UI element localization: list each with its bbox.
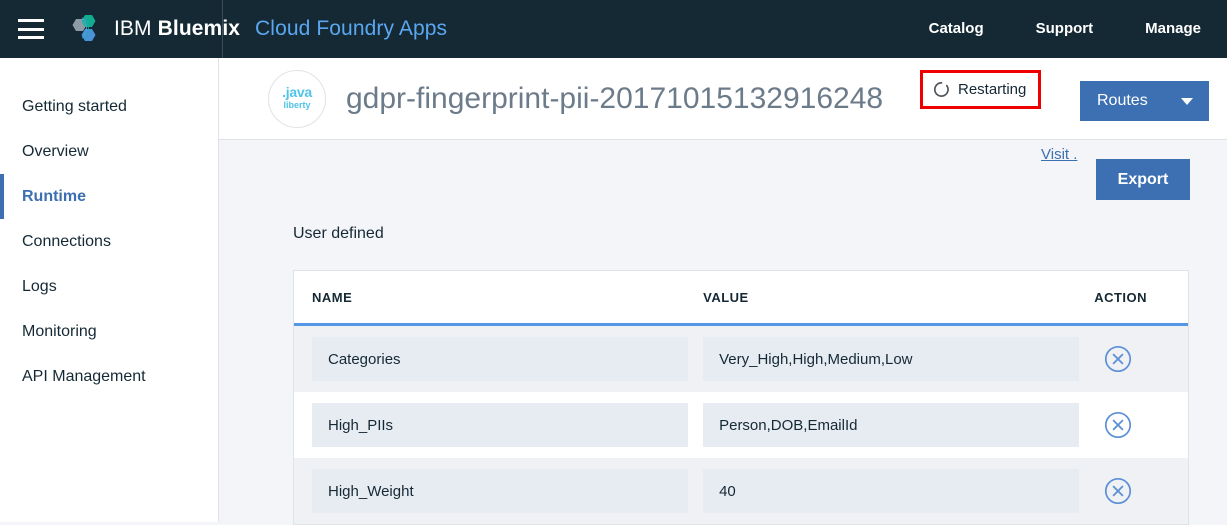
table-cell-name: Categories — [294, 337, 703, 381]
routes-button[interactable]: Routes — [1080, 81, 1209, 121]
table-cell-action — [1094, 345, 1188, 373]
name-input[interactable]: High_Weight — [312, 469, 688, 513]
sidebar-item-label: Runtime — [22, 187, 86, 205]
main-content-area: .java liberty gdpr-fingerprint-pii-20171… — [219, 58, 1227, 525]
sidebar-item-label: Overview — [22, 142, 89, 160]
nav-link-manage[interactable]: Manage — [1119, 0, 1227, 58]
table-cell-value: Person,DOB,EmailId — [703, 403, 1094, 447]
app-header: .java liberty gdpr-fingerprint-pii-20171… — [219, 58, 1227, 163]
value-input[interactable]: Person,DOB,EmailId — [703, 403, 1080, 447]
java-icon-text-top: .java — [282, 84, 312, 101]
table-cell-name: High_PIIs — [294, 403, 703, 447]
brand-title: IBM Bluemix Cloud Foundry Apps — [114, 17, 447, 41]
sidebar-item-label: Connections — [22, 232, 111, 250]
table-cell-value: Very_High,High,Medium,Low — [703, 337, 1094, 381]
sidebar-item-label: Monitoring — [22, 322, 97, 340]
runtime-content: Export User defined NAME VALUE ACTION Ca… — [219, 140, 1227, 525]
status-label: Restarting — [958, 81, 1027, 98]
sidebar-item-label: API Management — [22, 367, 146, 385]
sidebar-item-label: Getting started — [22, 97, 127, 115]
sidebar-item-getting-started[interactable]: Getting started — [0, 84, 218, 129]
nav-link-support[interactable]: Support — [1010, 0, 1120, 58]
brand-bluemix: Bluemix — [157, 17, 241, 40]
chevron-down-icon[interactable] — [1181, 97, 1193, 105]
bluemix-logo-icon — [68, 14, 102, 44]
sidebar-item-connections[interactable]: Connections — [0, 219, 218, 264]
sidebar-item-overview[interactable]: Overview — [0, 129, 218, 174]
name-input[interactable]: High_PIIs — [312, 403, 688, 447]
sidebar-navigation: Getting started Overview Runtime Connect… — [0, 58, 219, 522]
section-title: User defined — [293, 225, 384, 242]
table-cell-action — [1094, 411, 1188, 439]
page-title: gdpr-fingerprint-pii-20171015132916248 — [346, 81, 884, 115]
status-badge: Restarting — [920, 70, 1042, 109]
brand-ibm: IBM — [114, 17, 152, 40]
table-row: High_PIIs Person,DOB,EmailId — [294, 392, 1188, 458]
restarting-spinner-icon — [933, 82, 949, 97]
table-cell-action — [1094, 477, 1188, 505]
sidebar-item-runtime[interactable]: Runtime — [0, 174, 218, 219]
user-defined-variables-table: NAME VALUE ACTION Categories Very_High,H… — [293, 270, 1189, 525]
top-navigation-bar: IBM Bluemix Cloud Foundry Apps Catalog S… — [0, 0, 1227, 58]
delete-circle-x-icon[interactable] — [1104, 345, 1132, 373]
nav-link-catalog[interactable]: Catalog — [903, 0, 1010, 58]
column-header-value: VALUE — [703, 289, 749, 305]
sidebar-item-api-management[interactable]: API Management — [0, 354, 218, 399]
value-input[interactable]: 40 — [703, 469, 1080, 513]
column-header-action: ACTION — [1094, 289, 1148, 305]
name-input[interactable]: Categories — [312, 337, 688, 381]
table-row: High_Weight 40 — [294, 458, 1188, 524]
sidebar-item-label: Logs — [22, 277, 57, 295]
export-button[interactable]: Export — [1096, 159, 1190, 200]
sidebar-item-logs[interactable]: Logs — [0, 264, 218, 309]
java-icon-text-bottom: liberty — [283, 100, 311, 111]
top-nav-links: Catalog Support Manage — [903, 0, 1227, 58]
sidebar-item-monitoring[interactable]: Monitoring — [0, 309, 218, 354]
nav-divider — [222, 0, 223, 58]
delete-circle-x-icon[interactable] — [1104, 477, 1132, 505]
column-header-name: NAME — [312, 289, 353, 305]
table-cell-name: High_Weight — [294, 469, 703, 513]
delete-circle-x-icon[interactable] — [1104, 411, 1132, 439]
table-row: Categories Very_High,High,Medium,Low — [294, 326, 1188, 392]
table-header-row: NAME VALUE ACTION — [294, 271, 1188, 326]
java-liberty-icon: .java liberty — [268, 69, 326, 128]
value-input[interactable]: Very_High,High,Medium,Low — [703, 337, 1080, 381]
table-cell-value: 40 — [703, 469, 1094, 513]
hamburger-menu-icon[interactable] — [18, 19, 44, 39]
brand-subtitle: Cloud Foundry Apps — [255, 17, 448, 40]
routes-button-label: Routes — [1097, 92, 1148, 109]
